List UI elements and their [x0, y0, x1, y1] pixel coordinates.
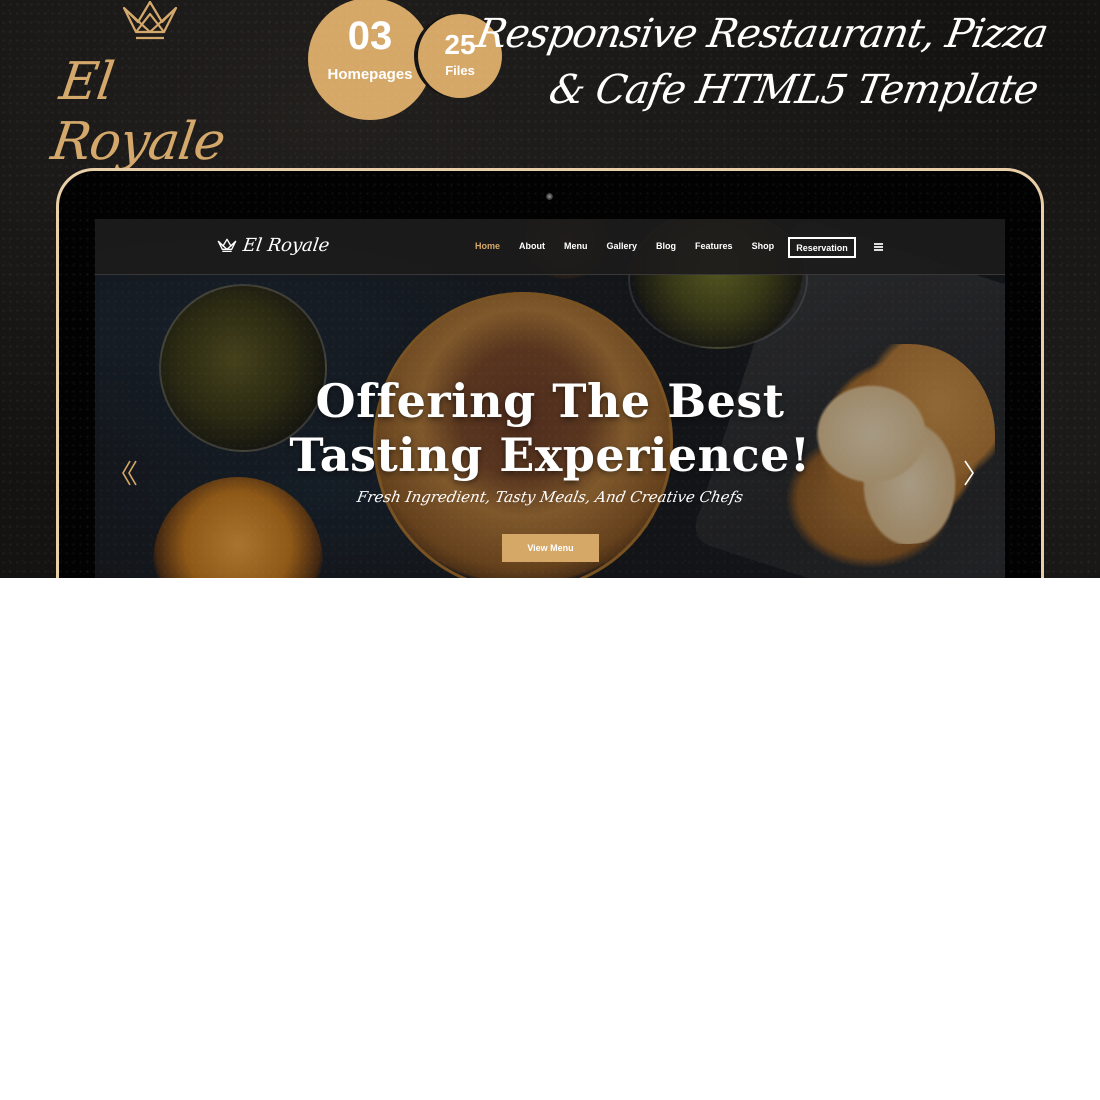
nav-link-features[interactable]: Features: [695, 241, 733, 251]
crown-icon: [122, 0, 178, 40]
nav-logo[interactable]: El Royale: [217, 235, 331, 256]
double-chevron-left-icon[interactable]: [121, 459, 137, 487]
nav-logo-text: El Royale: [241, 235, 331, 256]
chevron-right-icon[interactable]: [963, 459, 975, 487]
tagline-line-1: Responsive Restaurant, Pizza: [472, 11, 1051, 57]
nav-link-gallery[interactable]: Gallery: [607, 241, 638, 251]
nav-link-blog[interactable]: Blog: [656, 241, 676, 251]
hero-section: Offering The Best Tasting Experience! Fr…: [95, 374, 1005, 562]
view-menu-button[interactable]: View Menu: [502, 534, 599, 562]
preview-navbar: El Royale Home About Menu Gallery Blog F…: [95, 219, 1005, 275]
hero-title-line-1: Offering The Best: [315, 374, 785, 428]
nav-link-about[interactable]: About: [519, 241, 545, 251]
nav-link-shop[interactable]: Shop: [752, 241, 775, 251]
brand-logo: El Royale: [48, 0, 250, 172]
homepages-label: Homepages: [327, 66, 413, 83]
website-preview: El Royale Home About Menu Gallery Blog F…: [95, 219, 1005, 578]
promo-banner: El Royale 03 Homepages 25 Files Responsi…: [0, 0, 1100, 578]
brand-name: El Royale: [47, 52, 229, 172]
tagline: Responsive Restaurant, Pizza & Cafe HTML…: [462, 6, 1052, 118]
hero-subtitle: Fresh Ingredient, Tasty Meals, And Creat…: [355, 488, 745, 506]
crown-icon: [217, 238, 237, 252]
tagline-line-2: & Cafe HTML5 Template: [545, 67, 1042, 113]
nav-link-home[interactable]: Home: [475, 241, 500, 251]
nav-link-menu[interactable]: Menu: [564, 241, 588, 251]
webcam-icon: [546, 193, 553, 200]
nav-links: Home About Menu Gallery Blog Features Sh…: [475, 241, 793, 251]
homepages-count: 03: [347, 14, 393, 58]
hero-title: Offering The Best Tasting Experience!: [95, 374, 1005, 482]
reservation-button[interactable]: Reservation: [788, 237, 856, 258]
hamburger-icon[interactable]: [874, 243, 883, 251]
homepages-badge: 03 Homepages: [308, 0, 432, 120]
hero-title-line-2: Tasting Experience!: [289, 428, 811, 482]
